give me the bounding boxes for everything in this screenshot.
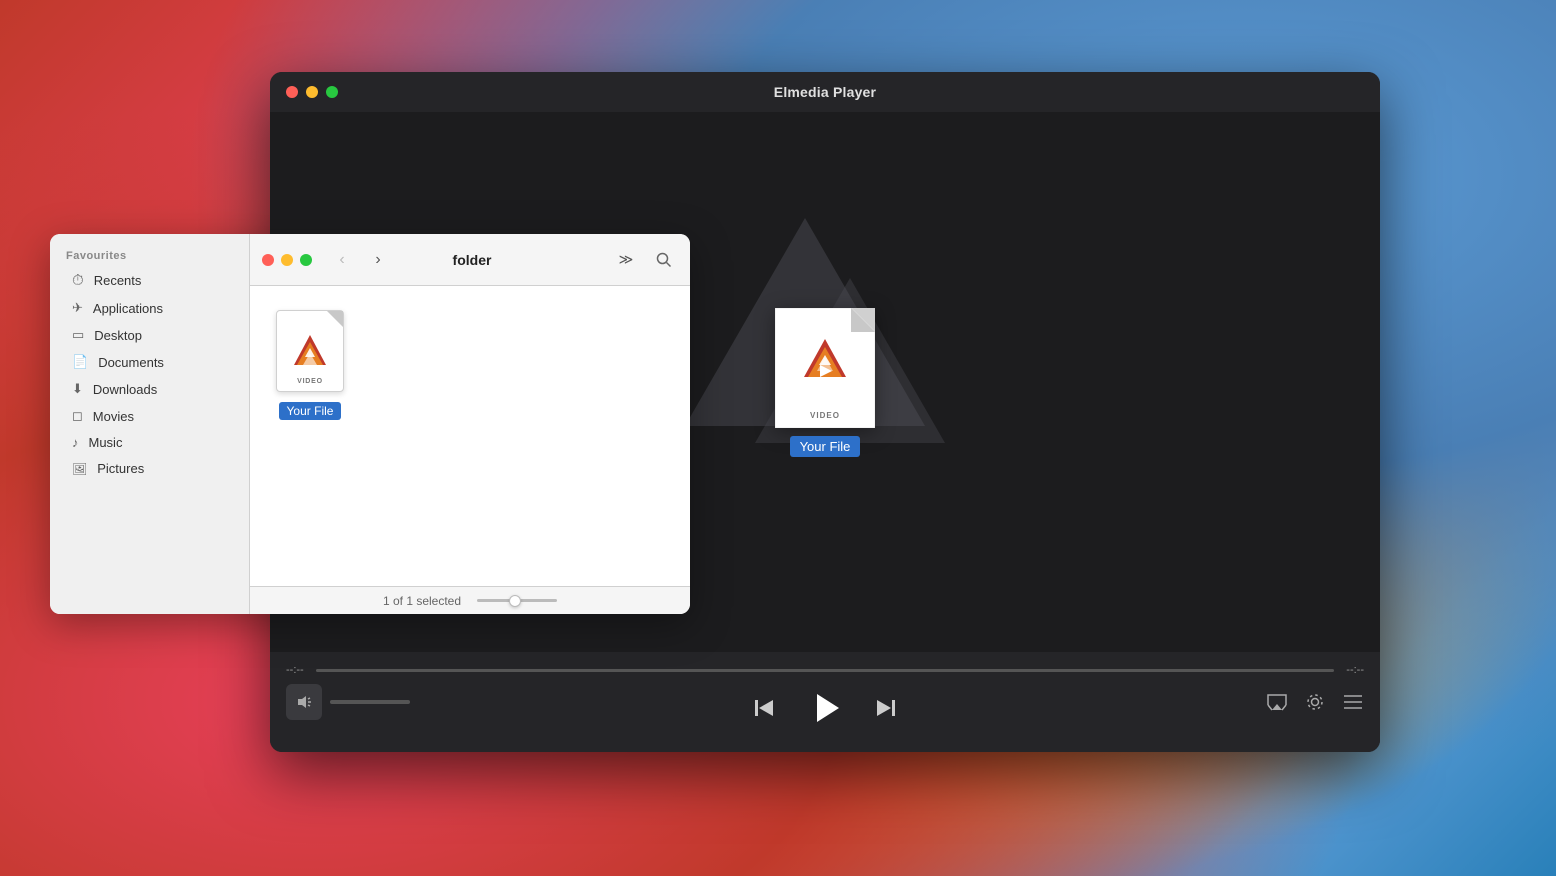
finder-file-item[interactable]: VIDEO Your File (270, 306, 350, 420)
music-icon: ♪ (72, 435, 79, 450)
finder-doc-type-label: VIDEO (297, 378, 323, 385)
sidebar-label-documents: Documents (98, 355, 164, 370)
sidebar-item-movies[interactable]: ◻ Movies (56, 403, 243, 429)
player-close-button[interactable] (286, 86, 298, 98)
prev-track-button[interactable] (751, 694, 779, 722)
finder-file-name: Your File (279, 402, 342, 420)
finder-statusbar: 1 of 1 selected (250, 586, 690, 614)
documents-icon: 📄 (72, 354, 88, 370)
progress-track[interactable] (316, 669, 1335, 672)
volume-slider[interactable] (330, 700, 410, 704)
player-filename-badge: Your File (790, 436, 861, 457)
player-minimize-button[interactable] (306, 86, 318, 98)
sidebar-item-applications[interactable]: ✈ Applications (56, 295, 243, 321)
player-title: Elmedia Player (774, 84, 876, 100)
sidebar-item-downloads[interactable]: ⬇ Downloads (56, 376, 243, 402)
finder-minimize-button[interactable] (281, 254, 293, 266)
controls-left (286, 684, 410, 720)
finder-close-button[interactable] (262, 254, 274, 266)
finder-elmedia-logo (292, 333, 328, 369)
controls-row (286, 676, 1364, 728)
settings-button[interactable] (1304, 691, 1326, 713)
slider-thumb (509, 595, 521, 607)
finder-toolbar-right: ≫ (612, 246, 678, 274)
finder-view-options-button[interactable]: ≫ (612, 246, 640, 274)
play-button[interactable] (803, 686, 847, 730)
finder-maximize-button[interactable] (300, 254, 312, 266)
sidebar-item-recents[interactable]: ⏱ Recents (56, 267, 243, 294)
sidebar-label-desktop: Desktop (94, 328, 142, 343)
finder-search-button[interactable] (650, 246, 678, 274)
finder-sidebar: Favourites ⏱ Recents ✈ Applications ▭ De… (50, 234, 250, 614)
controls-right (1266, 691, 1364, 713)
player-controls-bar: --:-- --:-- (270, 652, 1380, 752)
finder-file-icon-container: VIDEO (270, 306, 350, 396)
time-end: --:-- (1346, 664, 1364, 676)
player-file-icon: VIDEO (775, 308, 875, 428)
next-icon (871, 694, 899, 722)
sidebar-label-pictures: Pictures (97, 461, 144, 476)
sidebar-label-applications: Applications (93, 301, 163, 316)
play-icon (803, 686, 847, 730)
movies-icon: ◻ (72, 408, 83, 424)
finder-status-text: 1 of 1 selected (383, 594, 461, 608)
player-traffic-lights (286, 86, 338, 98)
player-titlebar: Elmedia Player (270, 72, 1380, 112)
time-start: --:-- (286, 664, 304, 676)
finder-folder-title: folder (340, 252, 604, 268)
sidebar-label-music: Music (89, 435, 123, 450)
finder-main: ‹ › folder ≫ (250, 234, 690, 614)
sidebar-item-pictures[interactable]: 🖼 Pictures (56, 456, 243, 481)
sidebar-resize-handle[interactable] (245, 234, 249, 614)
progress-bar-area: --:-- --:-- (286, 652, 1364, 676)
sidebar-item-music[interactable]: ♪ Music (56, 430, 243, 455)
airplay-icon (1266, 691, 1288, 713)
pictures-icon: 🖼 (72, 462, 87, 476)
sidebar-item-documents[interactable]: 📄 Documents (56, 349, 243, 375)
controls-center (751, 686, 899, 730)
speaker-icon (296, 694, 312, 710)
finder-doc-icon: VIDEO (276, 310, 344, 392)
finder-traffic-lights (262, 254, 312, 266)
applications-icon: ✈ (72, 300, 83, 316)
desktop-icon: ▭ (72, 327, 84, 343)
sidebar-label-recents: Recents (94, 273, 142, 288)
volume-button[interactable] (286, 684, 322, 720)
search-icon (656, 252, 672, 268)
finder-content: VIDEO Your File (250, 286, 690, 586)
sidebar-label-movies: Movies (93, 409, 134, 424)
next-track-button[interactable] (871, 694, 899, 722)
player-maximize-button[interactable] (326, 86, 338, 98)
playlist-button[interactable] (1342, 691, 1364, 713)
slider-track (477, 599, 557, 602)
player-doc-type-label: VIDEO (810, 411, 840, 420)
playlist-icon (1342, 691, 1364, 713)
prev-icon (751, 694, 779, 722)
recents-icon: ⏱ (72, 272, 84, 289)
downloads-icon: ⬇ (72, 381, 83, 397)
airplay-button[interactable] (1266, 691, 1288, 713)
gear-icon (1304, 691, 1326, 713)
player-elmedia-logo (802, 337, 848, 383)
sidebar-item-desktop[interactable]: ▭ Desktop (56, 322, 243, 348)
sidebar-section-favourites: Favourites (50, 246, 249, 266)
sidebar-label-downloads: Downloads (93, 382, 157, 397)
finder-window: Favourites ⏱ Recents ✈ Applications ▭ De… (50, 234, 690, 614)
finder-toolbar: ‹ › folder ≫ (250, 234, 690, 286)
finder-icon-size-slider[interactable] (477, 599, 557, 602)
